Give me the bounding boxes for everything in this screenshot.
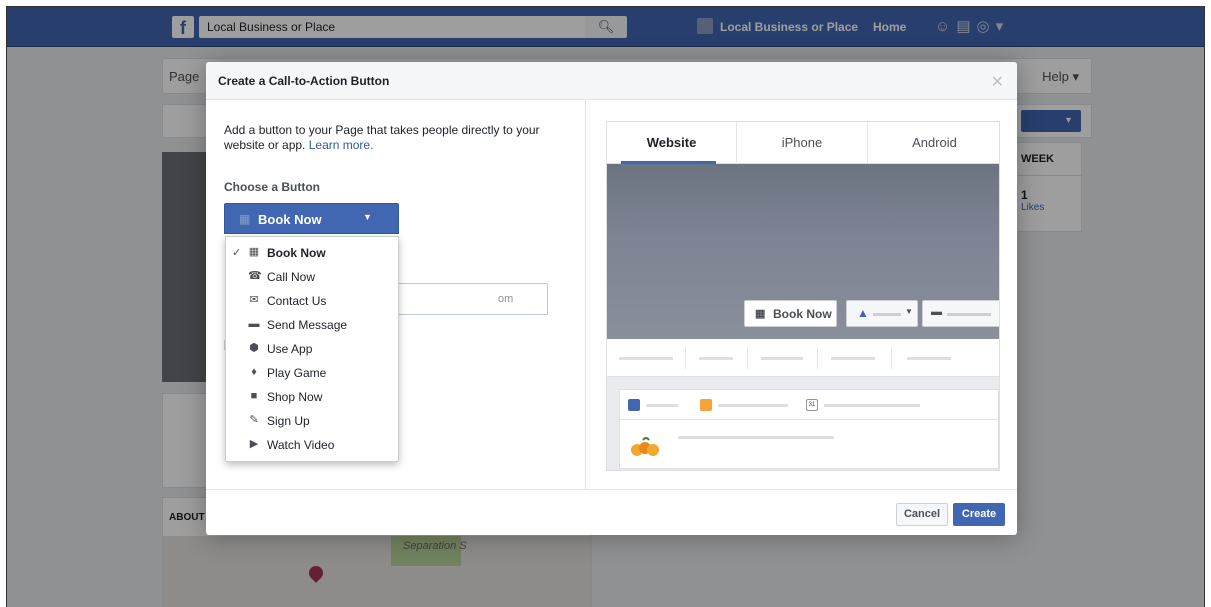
choose-button-label: Choose a Button: [224, 180, 320, 194]
learn-more-link[interactable]: Learn more.: [309, 138, 374, 152]
calendar-icon: ▦: [239, 212, 251, 226]
preview-panel: Website iPhone Android ▦ Book Now ▲ ▼ ▬ …: [606, 121, 1000, 471]
menu-item-label: Sign Up: [267, 414, 310, 428]
composer-actions: 31: [620, 390, 998, 420]
placeholder-bar: [699, 357, 733, 360]
menu-item-label: Shop Now: [267, 390, 323, 404]
placeholder-bar: [947, 313, 991, 316]
play-video-icon: ▶: [249, 438, 259, 450]
menu-item-label: Send Message: [267, 318, 348, 332]
dialog-column-divider: [585, 100, 586, 489]
preview-message-button: ▬: [922, 300, 999, 327]
call-to-action-dialog: Create a Call-to-Action Button ✕ Add a b…: [206, 62, 1017, 535]
dialog-header: Create a Call-to-Action Button ✕: [206, 62, 1017, 100]
menu-item-use-app[interactable]: ⬢ Use App: [226, 337, 398, 361]
menu-item-call-now[interactable]: ☎ Call Now: [226, 265, 398, 289]
menu-item-label: Contact Us: [267, 294, 327, 308]
status-pencil-icon: [628, 399, 640, 411]
shopping-bag-icon: ■: [250, 390, 258, 402]
pencil-icon: ✎: [249, 414, 259, 426]
thumbs-up-icon: ▲: [857, 306, 869, 320]
dialog-title: Create a Call-to-Action Button: [218, 74, 390, 88]
placeholder-bar: [824, 404, 920, 407]
tab-android[interactable]: Android: [868, 122, 999, 164]
calendar-icon: ▦: [248, 246, 260, 258]
tab-iphone[interactable]: iPhone: [737, 122, 868, 164]
photo-icon: [700, 399, 712, 411]
calendar-icon: ▦: [755, 308, 766, 320]
preview-like-button: ▲ ▼: [846, 300, 918, 327]
menu-item-contact-us[interactable]: ✉ Contact Us: [226, 289, 398, 313]
message-icon: ▬: [248, 318, 260, 330]
placeholder-sep: [891, 347, 892, 369]
placeholder-bar: [646, 404, 678, 407]
menu-item-label: Use App: [267, 342, 313, 356]
placeholder-bar: [907, 357, 951, 360]
menu-item-book-now[interactable]: ✓ ▦ Book Now: [226, 241, 398, 265]
game-controller-icon: ♦: [251, 366, 257, 378]
tab-label: Android: [912, 135, 957, 150]
tab-label: Website: [646, 135, 697, 150]
menu-item-sign-up[interactable]: ✎ Sign Up: [226, 409, 398, 433]
placeholder-bar: [678, 436, 834, 439]
preview-button-label: Book Now: [773, 307, 832, 321]
placeholder-sep: [817, 347, 818, 369]
preview-cover-photo: ▦ Book Now ▲ ▼ ▬: [607, 164, 999, 339]
dialog-body: Add a button to your Page that takes peo…: [206, 100, 1017, 489]
checkmark-icon: ✓: [232, 247, 242, 259]
placeholder-bar: [873, 313, 901, 316]
menu-item-send-message[interactable]: ▬ Send Message: [226, 313, 398, 337]
preview-feed: 31: [607, 377, 999, 470]
tab-label: iPhone: [781, 135, 823, 150]
preview-book-now-button: ▦ Book Now: [744, 300, 837, 327]
menu-item-label: Call Now: [267, 270, 316, 284]
menu-item-watch-video[interactable]: ▶ Watch Video: [226, 433, 398, 457]
url-input-value: om: [498, 293, 514, 305]
envelope-icon: ✉: [249, 294, 259, 306]
dialog-description: Add a button to your Page that takes peo…: [224, 123, 554, 153]
menu-item-shop-now[interactable]: ■ Shop Now: [226, 385, 398, 409]
create-button[interactable]: Create: [953, 503, 1005, 526]
placeholder-sep: [685, 347, 686, 369]
chevron-down-icon: ▼: [905, 307, 913, 316]
placeholder-bar: [831, 357, 875, 360]
menu-item-label: Book Now: [267, 246, 326, 260]
cancel-button[interactable]: Cancel: [896, 503, 948, 526]
button-type-menu: ✓ ▦ Book Now ☎ Call Now ✉ Contact Us ▬ S…: [225, 236, 399, 462]
description-text: Add a button to your Page that takes peo…: [224, 123, 540, 152]
placeholder-bar: [718, 404, 788, 407]
dialog-footer: Cancel Create: [206, 489, 1017, 535]
menu-item-label: Play Game: [267, 366, 327, 380]
preview-nav-bar: [607, 339, 999, 377]
message-icon: ▬: [931, 306, 942, 318]
placeholder-bar: [619, 357, 673, 360]
profile-picture-thumbnail: [631, 437, 659, 456]
chevron-down-icon: ▼: [363, 212, 372, 222]
menu-item-label: Watch Video: [267, 438, 335, 452]
app-cube-icon: ⬢: [249, 342, 259, 354]
placeholder-sep: [747, 347, 748, 369]
tab-website[interactable]: Website: [607, 122, 737, 164]
preview-tabs: Website iPhone Android: [607, 122, 999, 164]
dropdown-selected-label: Book Now: [258, 212, 322, 227]
menu-item-play-game[interactable]: ♦ Play Game: [226, 361, 398, 385]
close-icon[interactable]: ✕: [991, 72, 1004, 92]
phone-icon: ☎: [248, 270, 262, 282]
placeholder-bar: [761, 357, 803, 360]
event-calendar-icon: 31: [806, 399, 818, 411]
button-type-dropdown[interactable]: ▦ Book Now ▼: [224, 203, 399, 234]
preview-post-composer: 31: [619, 389, 999, 469]
